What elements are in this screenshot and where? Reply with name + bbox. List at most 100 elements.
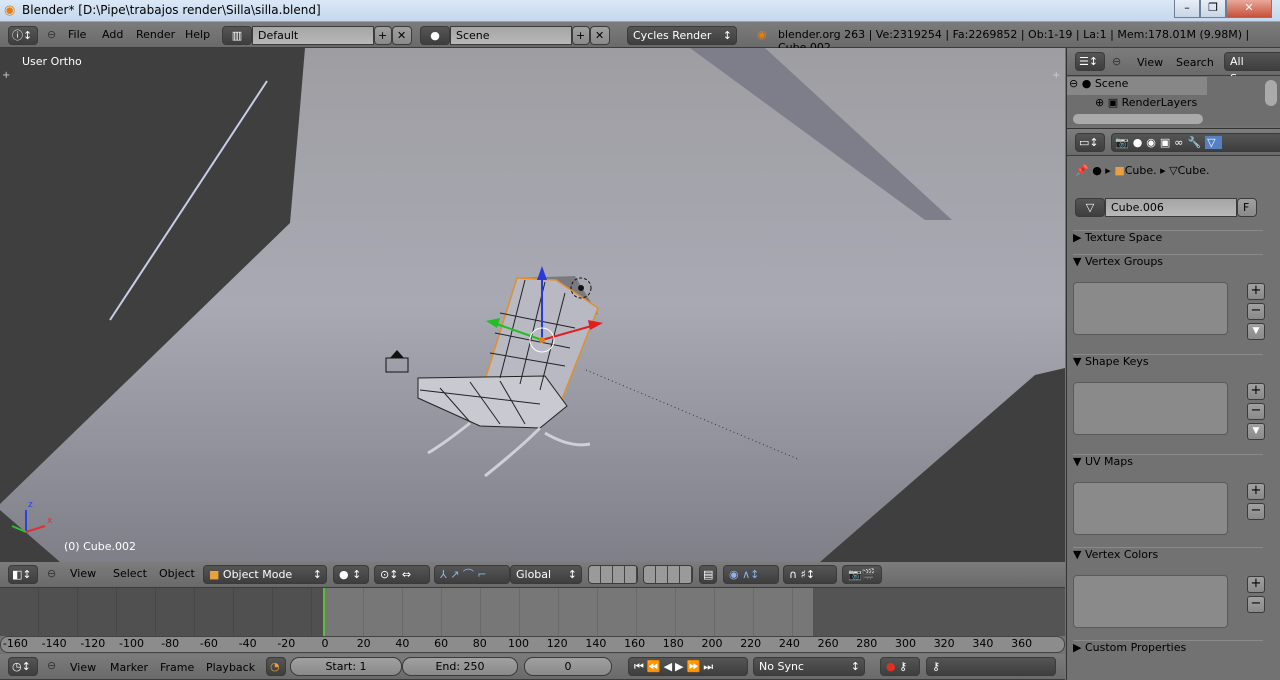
keying-set-field[interactable]: ⚷ bbox=[926, 657, 1056, 676]
panel-vertex-colors[interactable]: ▼ Vertex Colors bbox=[1073, 547, 1263, 567]
collapse-menu-icon[interactable]: ⊖ bbox=[47, 659, 56, 672]
menu-object[interactable]: Object bbox=[159, 567, 195, 580]
render-buttons[interactable]: 📷🎬 bbox=[842, 565, 882, 584]
editor-type-properties-icon[interactable]: ▭↕ bbox=[1075, 133, 1105, 152]
sync-select[interactable]: No Sync ↕ bbox=[753, 657, 865, 676]
panel-vertex-groups[interactable]: ▼ Vertex Groups bbox=[1073, 254, 1263, 274]
record-button[interactable]: ● ⚷ bbox=[880, 657, 920, 676]
pivot-point-select[interactable]: ⊙↕ ⇔ bbox=[374, 565, 430, 584]
ruler-tick-label: 140 bbox=[585, 637, 607, 650]
properties-context-tabs[interactable]: 📷●◉▣∞🔧 ▽ bbox=[1111, 133, 1280, 152]
panel-title: Custom Properties bbox=[1084, 641, 1187, 654]
remove-vertex-group-button[interactable]: − bbox=[1247, 303, 1265, 320]
menu-search[interactable]: Search bbox=[1176, 56, 1214, 69]
maximize-button[interactable]: ❐ bbox=[1200, 0, 1226, 18]
panel-shape-keys[interactable]: ▼ Shape Keys bbox=[1073, 354, 1263, 374]
delete-screen-button[interactable]: ✕ bbox=[392, 26, 412, 45]
layers-group-1[interactable] bbox=[588, 565, 638, 584]
ruler-tick-label: -100 bbox=[119, 637, 144, 650]
ruler-tick-label: 360 bbox=[1011, 637, 1033, 650]
menu-marker[interactable]: Marker bbox=[110, 661, 148, 674]
menu-select[interactable]: Select bbox=[113, 567, 147, 580]
scene-icon[interactable]: ● bbox=[420, 26, 450, 45]
menu-render[interactable]: Render bbox=[136, 28, 175, 41]
collapse-menu-icon[interactable]: ⊖ bbox=[47, 28, 56, 41]
editor-type-timeline-icon[interactable]: ◷↕ bbox=[8, 657, 38, 676]
menu-frame[interactable]: Frame bbox=[160, 661, 194, 674]
blender-logo-icon: ◉ bbox=[757, 28, 767, 41]
vertex-colors-list[interactable] bbox=[1073, 575, 1228, 628]
remove-vertex-color-button[interactable]: − bbox=[1247, 596, 1265, 613]
scene-field[interactable]: Scene bbox=[450, 26, 572, 45]
panel-texture-space[interactable]: ▶ Texture Space bbox=[1073, 230, 1263, 250]
fake-user-button[interactable]: F bbox=[1237, 198, 1257, 217]
3d-view-header: ◧↕ ⊖ View Select Object ■ Object Mode ↕ ●… bbox=[0, 562, 1065, 588]
start-frame-field[interactable]: Start: 1 bbox=[290, 657, 402, 676]
add-scene-button[interactable]: + bbox=[572, 26, 590, 45]
timeline-area[interactable] bbox=[0, 588, 1065, 636]
remove-uv-map-button[interactable]: − bbox=[1247, 503, 1265, 520]
add-vertex-group-button[interactable]: + bbox=[1247, 283, 1265, 300]
panel-uv-maps[interactable]: ▼ UV Maps bbox=[1073, 454, 1263, 474]
close-button[interactable]: ✕ bbox=[1226, 0, 1272, 18]
panel-custom-properties[interactable]: ▶ Custom Properties bbox=[1073, 640, 1263, 660]
current-frame-marker[interactable] bbox=[323, 588, 325, 636]
remove-shape-key-button[interactable]: − bbox=[1247, 403, 1265, 420]
orientation-select[interactable]: Global ↕ bbox=[510, 565, 582, 584]
add-vertex-color-button[interactable]: + bbox=[1247, 576, 1265, 593]
3d-viewport[interactable]: z x User Ortho (0) Cube.002 + + bbox=[0, 48, 1065, 562]
lock-layers-icon[interactable]: ▤ bbox=[699, 565, 717, 584]
menu-view[interactable]: View bbox=[70, 567, 96, 580]
outliner-filter-select[interactable]: All Scenes bbox=[1224, 52, 1280, 85]
delete-scene-button[interactable]: ✕ bbox=[590, 26, 610, 45]
add-uv-map-button[interactable]: + bbox=[1247, 483, 1265, 500]
mesh-browse-icon[interactable]: ▽ bbox=[1075, 198, 1105, 217]
screen-layout-icon[interactable]: ▥ bbox=[222, 26, 252, 45]
mesh-name-field[interactable]: Cube.006 bbox=[1105, 198, 1237, 217]
preview-range-icon[interactable]: ◔ bbox=[266, 657, 286, 676]
layers-group-2[interactable] bbox=[643, 565, 693, 584]
editor-type-3d-icon[interactable]: ◧↕ bbox=[8, 565, 38, 584]
current-frame-field[interactable]: 0 bbox=[524, 657, 612, 676]
proportional-edit-select[interactable]: ◉ ∧↕ bbox=[723, 565, 779, 584]
manipulator-buttons[interactable]: ⅄ ↗ ⌒ ⌐ bbox=[434, 565, 510, 584]
screen-layout-field[interactable]: Default bbox=[252, 26, 374, 45]
uv-maps-list[interactable] bbox=[1073, 482, 1228, 535]
outliner-h-scrollbar[interactable] bbox=[1073, 114, 1203, 124]
shape-keys-list[interactable] bbox=[1073, 382, 1228, 435]
menu-file[interactable]: File bbox=[68, 28, 86, 41]
add-shape-key-button[interactable]: + bbox=[1247, 383, 1265, 400]
shape-key-specials-button[interactable]: ▼ bbox=[1247, 423, 1265, 440]
end-frame-field[interactable]: End: 250 bbox=[402, 657, 518, 676]
scene-label: Scene bbox=[1094, 77, 1129, 90]
outliner-tree: ⊖ ● Scene ⊕ ▣ RenderLayers bbox=[1067, 76, 1280, 126]
snap-select[interactable]: ∩ ♯↕ bbox=[783, 565, 837, 584]
viewport-shading-select[interactable]: ● ↕ bbox=[333, 565, 369, 584]
viewport-scene bbox=[0, 48, 1065, 562]
properties-toggle-icon[interactable]: + bbox=[1052, 70, 1060, 81]
minimize-button[interactable]: – bbox=[1174, 0, 1200, 18]
menu-add[interactable]: Add bbox=[102, 28, 123, 41]
toolshelf-toggle-icon[interactable]: + bbox=[2, 70, 10, 81]
ruler-tick-label: 220 bbox=[740, 637, 762, 650]
vertex-group-specials-button[interactable]: ▼ bbox=[1247, 323, 1265, 340]
vertex-groups-list[interactable] bbox=[1073, 282, 1228, 335]
outliner-item-renderlayers[interactable]: ⊕ ▣ RenderLayers bbox=[1095, 96, 1205, 112]
ruler-tick-label: 0 bbox=[321, 637, 329, 650]
ruler-tick-label: -20 bbox=[277, 637, 296, 650]
editor-type-outliner-icon[interactable]: ☰↕ bbox=[1075, 52, 1105, 71]
menu-help[interactable]: Help bbox=[185, 28, 210, 41]
add-screen-button[interactable]: + bbox=[374, 26, 392, 45]
tab-mesh-data-icon[interactable]: ▽ bbox=[1205, 136, 1222, 149]
outliner-v-scrollbar[interactable] bbox=[1265, 80, 1277, 106]
menu-playback[interactable]: Playback bbox=[206, 661, 255, 674]
render-engine-select[interactable]: Cycles Render ↕ bbox=[627, 26, 737, 45]
menu-view[interactable]: View bbox=[1137, 56, 1163, 69]
playback-controls[interactable]: ⏮⏪◀▶⏩⏭ bbox=[628, 657, 748, 676]
editor-type-info-icon[interactable]: ⓘ↕ bbox=[8, 26, 38, 45]
mode-select[interactable]: ■ Object Mode ↕ bbox=[203, 565, 327, 584]
collapse-menu-icon[interactable]: ⊖ bbox=[1112, 55, 1121, 68]
menu-view[interactable]: View bbox=[70, 661, 96, 674]
outliner-item-scene[interactable]: ⊖ ● Scene bbox=[1067, 77, 1207, 95]
collapse-menu-icon[interactable]: ⊖ bbox=[47, 567, 56, 580]
